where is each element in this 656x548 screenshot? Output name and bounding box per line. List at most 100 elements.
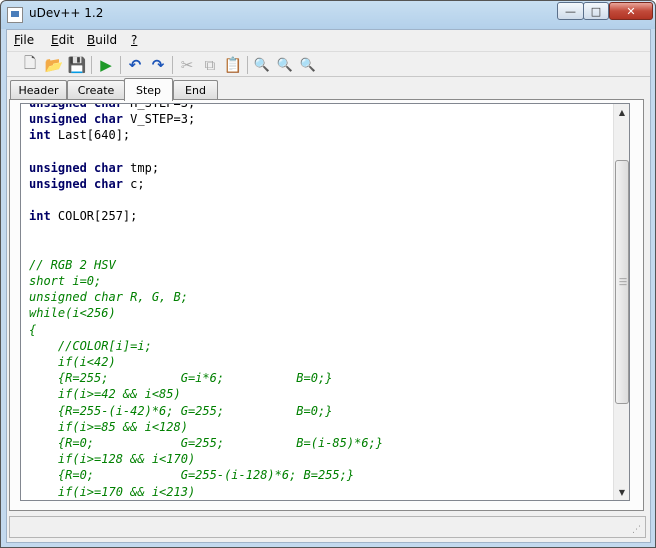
window-title: uDev++ 1.2 — [29, 6, 104, 20]
cut-icon[interactable]: ✂ — [176, 54, 198, 76]
code-keyword: unsigned char — [29, 160, 123, 175]
app-icon — [7, 7, 23, 23]
paste-icon[interactable]: 📋 — [222, 54, 244, 76]
code-line[interactable]: //COLOR[i]=i; — [29, 338, 614, 354]
code-line[interactable]: if(i<42) — [29, 354, 614, 370]
tab-header[interactable]: Header — [10, 80, 67, 100]
zoom-out-icon[interactable]: 🔍 — [251, 54, 273, 76]
code-line[interactable]: short i=0; — [29, 273, 614, 289]
redo-icon[interactable]: ↷ — [147, 54, 169, 76]
code-line[interactable]: unsigned char c; — [29, 176, 614, 192]
title-bar[interactable]: uDev++ 1.2 — □ ✕ — [1, 1, 655, 29]
code-text[interactable]: unsigned char H_STEP=3; unsigned char V_S… — [29, 103, 614, 500]
code-line[interactable]: {R=0; G=255; B=(i-85)*6;} — [29, 435, 614, 451]
code-line[interactable]: // RGB 2 HSV — [29, 257, 614, 273]
code-line[interactable]: unsigned char tmp; — [29, 160, 614, 176]
code-comment: if(i>=128 && i<170) — [29, 452, 196, 467]
scrollbar-grip: — — — — [619, 274, 627, 289]
copy-icon[interactable]: ⧉ — [199, 54, 221, 76]
menu-file-label: ile — [20, 33, 35, 47]
code-comment: {R=0; G=255-(i-128)*6; B=255;} — [29, 468, 355, 483]
code-token: tmp; — [122, 160, 160, 175]
code-comment: if(i>=170 && i<213) — [29, 484, 196, 499]
tab-bar: Header Create Step End — [7, 78, 650, 101]
resize-grip[interactable]: ⋰ — [632, 524, 644, 536]
status-bar: ⋰ — [9, 516, 646, 538]
code-line[interactable]: unsigned char V_STEP=3; — [29, 111, 614, 127]
close-button[interactable]: ✕ — [609, 2, 653, 20]
menu-build-label: uild — [95, 33, 118, 47]
code-comment: { — [29, 322, 37, 337]
tab-end[interactable]: End — [173, 80, 218, 100]
code-line[interactable]: unsigned char H_STEP=3; — [29, 103, 614, 111]
code-line[interactable]: int Last[640]; — [29, 127, 614, 143]
toolbar: 🗋 📂 💾 ▶ ↶ ↷ ✂ ⧉ 📋 🔍 🔍 🔍 — [7, 51, 650, 77]
zoom-in-icon[interactable]: 🔍 — [297, 54, 319, 76]
menu-file[interactable]: File — [14, 33, 34, 47]
code-token: c; — [122, 176, 145, 191]
code-line[interactable]: int COLOR[257]; — [29, 208, 614, 224]
run-icon[interactable]: ▶ — [95, 54, 117, 76]
scrollbar-thumb[interactable]: — — — — [615, 160, 629, 404]
tab-create[interactable]: Create — [67, 80, 125, 100]
undo-icon[interactable]: ↶ — [124, 54, 146, 76]
code-line[interactable]: ​ — [29, 225, 614, 241]
tab-step[interactable]: Step — [124, 78, 173, 101]
menu-edit-label: dit — [58, 33, 75, 47]
code-comment: //COLOR[i]=i; — [29, 338, 152, 353]
app-window: uDev++ 1.2 — □ ✕ File Edit Build ? 🗋 📂 💾… — [0, 0, 656, 548]
menu-help[interactable]: ? — [131, 33, 137, 47]
save-icon[interactable]: 💾 — [66, 54, 88, 76]
code-keyword: unsigned char — [29, 176, 123, 191]
code-comment: short i=0; — [29, 274, 102, 289]
code-comment: if(i<42) — [29, 355, 116, 369]
code-line[interactable]: {R=255; G=i*6; B=0;} — [29, 370, 614, 386]
vertical-scrollbar[interactable]: ▲ — — — ▼ — [613, 104, 629, 500]
toolbar-separator — [91, 56, 92, 74]
zoom-reset-icon[interactable]: 🔍 — [274, 54, 296, 76]
toolbar-separator — [172, 56, 173, 74]
code-line[interactable]: while(i<256) — [29, 305, 614, 321]
code-token: COLOR[257]; — [50, 209, 138, 224]
menu-edit[interactable]: Edit — [51, 33, 74, 47]
code-comment: {R=255; G=i*6; B=0;} — [29, 371, 333, 386]
code-line[interactable]: { — [29, 322, 614, 338]
code-comment: if(i>=85 && i<128) — [29, 419, 188, 434]
client-area: File Edit Build ? 🗋 📂 💾 ▶ ↶ ↷ ✂ ⧉ 📋 🔍 🔍 … — [6, 29, 651, 543]
code-token: H_STEP=3; — [122, 103, 196, 110]
code-keyword: unsigned char — [29, 103, 123, 110]
code-comment: unsigned char R, G, B; — [29, 290, 188, 305]
code-line[interactable]: ​ — [29, 192, 614, 208]
code-comment: // RGB 2 HSV — [29, 257, 116, 272]
minimize-button[interactable]: — — [557, 2, 584, 20]
code-comment: if(i>=42 && i<85) — [29, 387, 181, 402]
code-line[interactable]: if(i>=85 && i<128) — [29, 419, 614, 435]
menu-help-mnemonic: ? — [131, 33, 138, 47]
code-keyword: int — [29, 128, 51, 143]
menu-build-mnemonic: B — [87, 33, 96, 47]
open-folder-icon[interactable]: 📂 — [43, 54, 65, 76]
code-line[interactable]: {R=0; G=255-(i-128)*6; B=255;} — [29, 467, 614, 483]
code-token: V_STEP=3; — [122, 112, 196, 127]
code-comment: {R=0; G=255; B=(i-85)*6;} — [29, 435, 384, 450]
code-line[interactable]: {R=255-(i-42)*6; G=255; B=0;} — [29, 403, 614, 419]
code-line[interactable]: if(i>=42 && i<85) — [29, 386, 614, 402]
menu-bar: File Edit Build ? — [7, 30, 650, 50]
code-keyword: int — [29, 209, 51, 224]
maximize-button[interactable]: □ — [583, 2, 609, 20]
menu-build[interactable]: Build — [87, 33, 117, 47]
code-token: Last[640]; — [50, 128, 131, 143]
code-line[interactable]: unsigned char R, G, B; — [29, 289, 614, 305]
code-line[interactable]: ​ — [29, 144, 614, 160]
scroll-down-arrow[interactable]: ▼ — [614, 484, 629, 500]
code-comment: while(i<256) — [29, 306, 116, 321]
code-line[interactable]: if(i>=170 && i<213) — [29, 484, 614, 500]
new-file-icon[interactable]: 🗋 — [19, 54, 41, 76]
toolbar-separator — [247, 56, 248, 74]
code-line[interactable]: if(i>=128 && i<170) — [29, 451, 614, 467]
code-editor[interactable]: unsigned char H_STEP=3; unsigned char V_S… — [20, 103, 630, 501]
code-comment: {R=255-(i-42)*6; G=255; B=0;} — [29, 403, 333, 418]
scroll-up-arrow[interactable]: ▲ — [614, 104, 629, 120]
code-keyword: unsigned char — [29, 112, 123, 127]
code-line[interactable]: ​ — [29, 241, 614, 257]
